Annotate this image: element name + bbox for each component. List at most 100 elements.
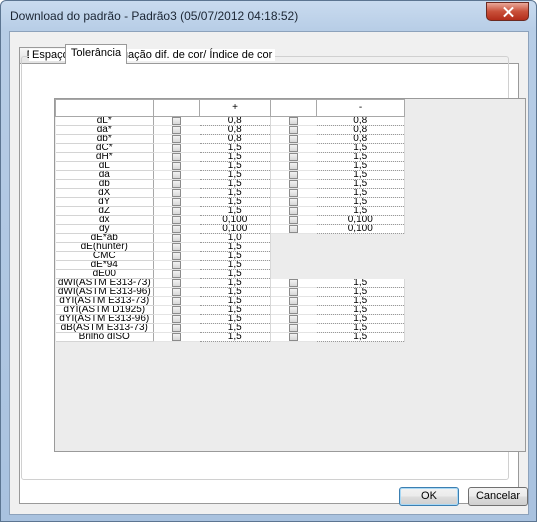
ok-button[interactable]: OK xyxy=(399,487,459,506)
plus-value[interactable]: 1,5 xyxy=(199,323,271,333)
plus-value[interactable]: 0,100 xyxy=(199,215,271,225)
plus-checkbox[interactable] xyxy=(172,333,182,341)
plus-checkbox[interactable] xyxy=(172,225,182,233)
plus-checkbox[interactable] xyxy=(172,306,182,314)
plus-value[interactable]: 1,5 xyxy=(199,152,271,162)
minus-checkbox[interactable] xyxy=(289,315,299,323)
plus-value[interactable]: 1,5 xyxy=(199,278,271,288)
plus-checkbox[interactable] xyxy=(172,144,182,152)
plus-checkbox[interactable] xyxy=(172,234,182,242)
plus-checkbox[interactable] xyxy=(172,252,182,260)
minus-checkbox[interactable] xyxy=(289,135,299,143)
minus-checkbox[interactable] xyxy=(289,198,299,206)
cancel-button[interactable]: Cancelar xyxy=(468,487,528,506)
minus-value[interactable]: 1,5 xyxy=(316,332,405,342)
plus-checkbox[interactable] xyxy=(172,297,182,305)
table-row: dC* 1,5 1,5 xyxy=(55,143,405,153)
plus-checkbox[interactable] xyxy=(172,315,182,323)
plus-checkbox[interactable] xyxy=(172,189,182,197)
plus-checkbox[interactable] xyxy=(172,243,182,251)
row-label: dH* xyxy=(55,152,154,162)
minus-value[interactable]: 0,8 xyxy=(316,125,405,135)
tab-tolerancia[interactable]: Tolerância xyxy=(65,44,127,64)
empty-cell xyxy=(270,251,317,261)
plus-checkbox[interactable] xyxy=(172,216,182,224)
minus-checkbox[interactable] xyxy=(289,180,299,188)
plus-value[interactable]: 0,8 xyxy=(199,134,271,144)
plus-value[interactable]: 1,5 xyxy=(199,296,271,306)
plus-checkbox[interactable] xyxy=(172,162,182,170)
minus-value[interactable]: 1,5 xyxy=(316,323,405,333)
plus-checkbox[interactable] xyxy=(172,279,182,287)
minus-checkbox[interactable] xyxy=(289,144,299,152)
row-label: dYI(ASTM E313-73) xyxy=(55,296,154,306)
plus-value[interactable]: 1,5 xyxy=(199,251,271,261)
table-row: da 1,5 1,5 xyxy=(55,170,405,180)
plus-value[interactable]: 1,5 xyxy=(199,287,271,297)
minus-value[interactable]: 0,8 xyxy=(316,116,405,126)
plus-checkbox[interactable] xyxy=(172,135,182,143)
minus-value[interactable]: 1,5 xyxy=(316,197,405,207)
close-button[interactable] xyxy=(486,2,529,21)
plus-checkbox[interactable] xyxy=(172,117,182,125)
plus-value[interactable]: 1,0 xyxy=(199,233,271,243)
plus-checkbox[interactable] xyxy=(172,126,182,134)
plus-checkbox[interactable] xyxy=(172,180,182,188)
plus-checkbox[interactable] xyxy=(172,153,182,161)
plus-value[interactable]: 1,5 xyxy=(199,188,271,198)
plus-value[interactable]: 1,5 xyxy=(199,179,271,189)
minus-checkbox[interactable] xyxy=(289,153,299,161)
plus-value[interactable]: 1,5 xyxy=(199,143,271,153)
minus-checkbox[interactable] xyxy=(289,189,299,197)
plus-value[interactable]: 1,5 xyxy=(199,260,271,270)
minus-value[interactable]: 1,5 xyxy=(316,296,405,306)
minus-value[interactable]: 0,100 xyxy=(316,215,405,225)
minus-value[interactable]: 1,5 xyxy=(316,278,405,288)
minus-value[interactable]: 1,5 xyxy=(316,179,405,189)
plus-checkbox[interactable] xyxy=(172,261,182,269)
plus-checkbox[interactable] xyxy=(172,270,182,278)
plus-value[interactable]: 1,5 xyxy=(199,170,271,180)
minus-checkbox[interactable] xyxy=(289,171,299,179)
minus-value[interactable]: 1,5 xyxy=(316,206,405,216)
plus-checkbox[interactable] xyxy=(172,171,182,179)
minus-value[interactable]: 1,5 xyxy=(316,314,405,324)
minus-checkbox[interactable] xyxy=(289,288,299,296)
plus-checkbox[interactable] xyxy=(172,198,182,206)
minus-checkbox[interactable] xyxy=(289,162,299,170)
plus-checkbox[interactable] xyxy=(172,207,182,215)
minus-checkbox[interactable] xyxy=(289,333,299,341)
minus-checkbox[interactable] xyxy=(289,126,299,134)
plus-value[interactable]: 1,5 xyxy=(199,206,271,216)
minus-checkbox[interactable] xyxy=(289,306,299,314)
plus-checkbox[interactable] xyxy=(172,288,182,296)
plus-value[interactable]: 1,5 xyxy=(199,242,271,252)
minus-checkbox[interactable] xyxy=(289,117,299,125)
minus-value[interactable]: 0,100 xyxy=(316,224,405,234)
plus-value[interactable]: 0,8 xyxy=(199,116,271,126)
minus-value[interactable]: 1,5 xyxy=(316,161,405,171)
minus-checkbox[interactable] xyxy=(289,216,299,224)
minus-value[interactable]: 1,5 xyxy=(316,188,405,198)
plus-value[interactable]: 1,5 xyxy=(199,269,271,279)
plus-value[interactable]: 0,100 xyxy=(199,224,271,234)
minus-checkbox[interactable] xyxy=(289,207,299,215)
minus-value[interactable]: 1,5 xyxy=(316,170,405,180)
plus-value[interactable]: 1,5 xyxy=(199,305,271,315)
plus-value[interactable]: 1,5 xyxy=(199,161,271,171)
plus-value[interactable]: 1,5 xyxy=(199,332,271,342)
minus-value[interactable]: 0,8 xyxy=(316,134,405,144)
minus-value[interactable]: 1,5 xyxy=(316,287,405,297)
minus-checkbox[interactable] xyxy=(289,297,299,305)
minus-checkbox[interactable] xyxy=(289,278,299,287)
plus-checkbox[interactable] xyxy=(172,324,182,332)
minus-checkbox[interactable] xyxy=(289,324,299,332)
minus-value[interactable]: 1,5 xyxy=(316,143,405,153)
plus-value[interactable]: 1,5 xyxy=(199,197,271,207)
minus-value[interactable]: 1,5 xyxy=(316,152,405,162)
plus-value[interactable]: 0,8 xyxy=(199,125,271,135)
minus-checkbox[interactable] xyxy=(289,225,299,233)
minus-value[interactable]: 1,5 xyxy=(316,305,405,315)
row-label: db* xyxy=(55,134,154,144)
plus-value[interactable]: 1,5 xyxy=(199,314,271,324)
